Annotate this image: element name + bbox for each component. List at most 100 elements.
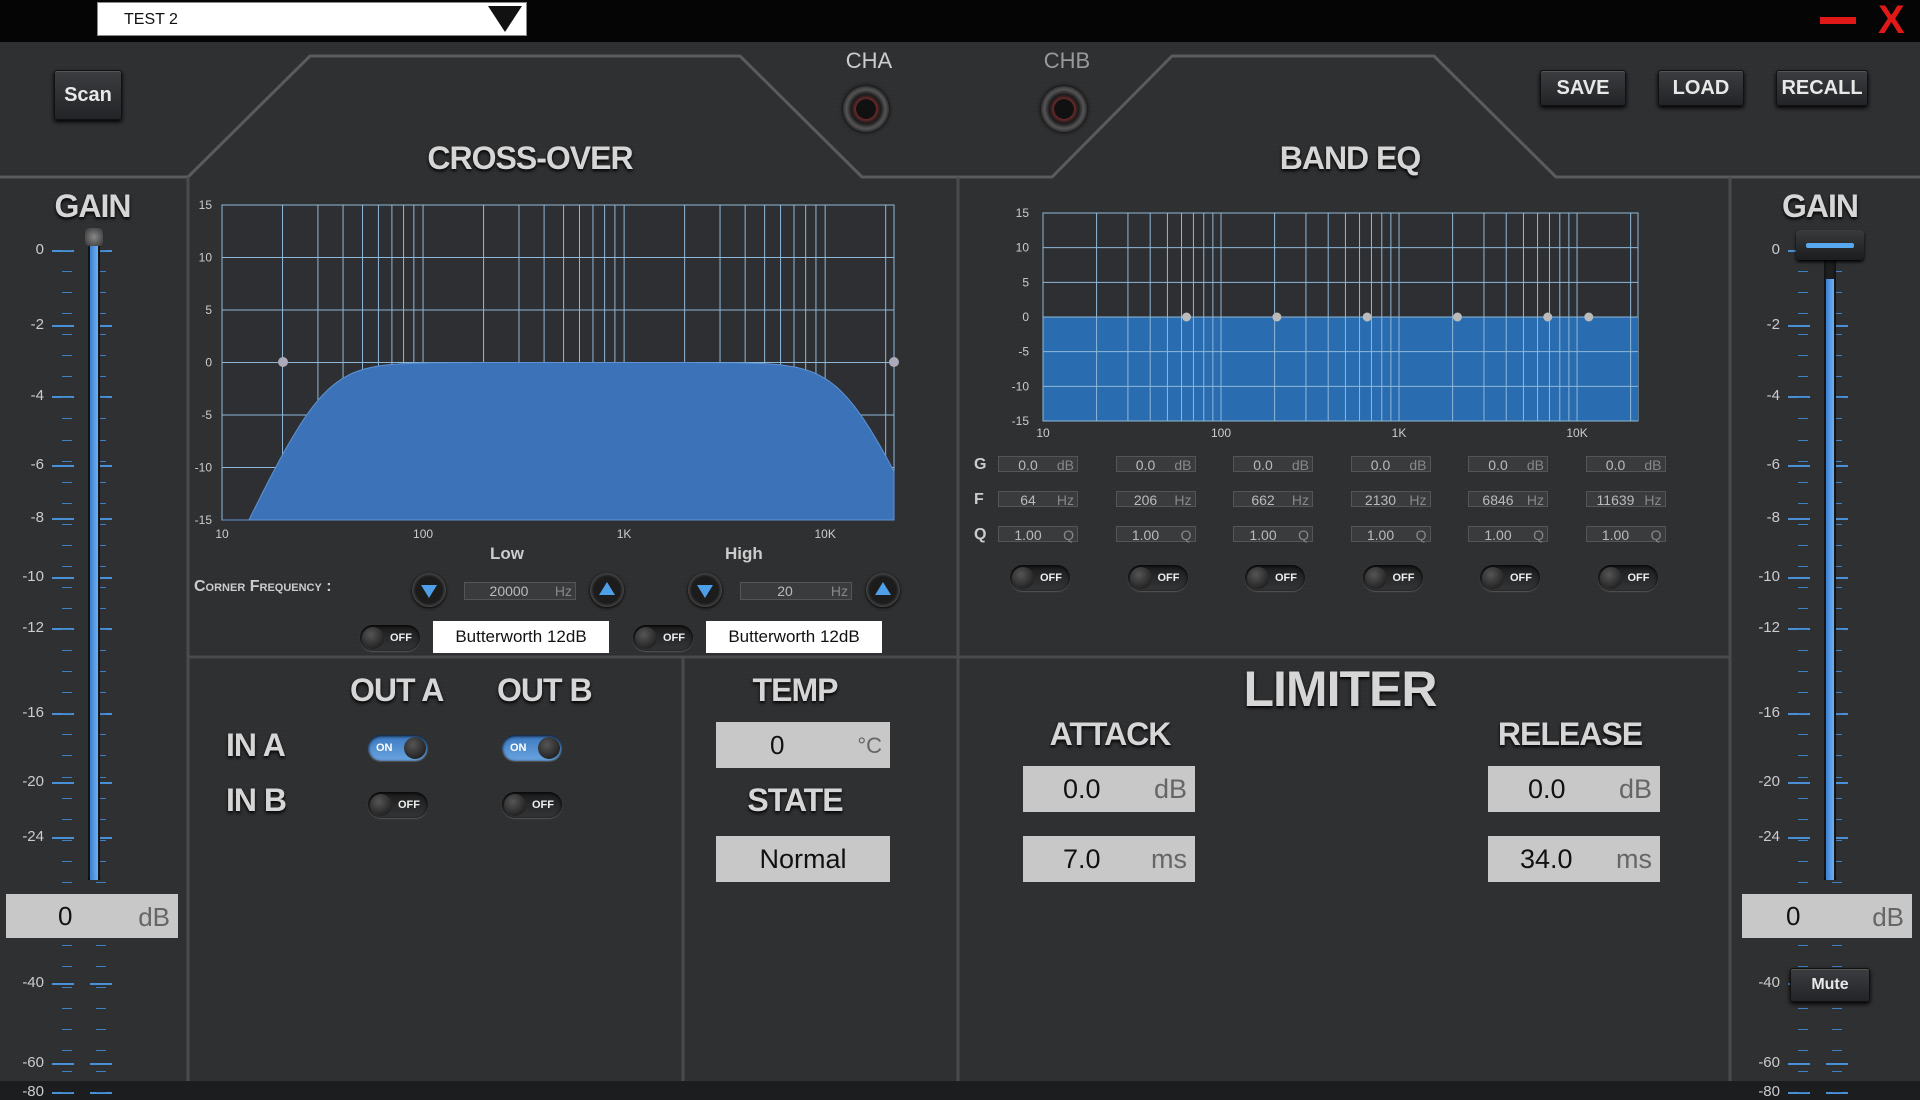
in-a-out-b-toggle[interactable]: ON <box>502 735 562 761</box>
in-b-out-a-toggle[interactable]: OFF <box>368 792 428 818</box>
gain-scale-label: -60 <box>22 1054 44 1072</box>
eq-y-tick: -10 <box>1012 379 1030 393</box>
eq-band-6-q-field[interactable]: 1.00 Q <box>1585 526 1666 543</box>
eq-band-handle-4 <box>1452 312 1462 322</box>
eq-band-4-toggle[interactable]: OFF <box>1362 565 1423 591</box>
in-b-out-b-state: OFF <box>532 799 554 811</box>
in-a-out-a-toggle[interactable]: ON <box>368 735 428 761</box>
eq-band-6-f-field[interactable]: 11639 Hz <box>1585 491 1666 508</box>
eq-band-3-q-field[interactable]: 1.00 Q <box>1233 526 1313 543</box>
eq-band-4-g-field[interactable]: 0.0 dB <box>1350 456 1431 473</box>
eq-band-6-toggle-label: OFF <box>1627 572 1650 584</box>
eq-band-5-f-field[interactable]: 6846 Hz <box>1468 491 1548 508</box>
gain-scale-label: -10 <box>1758 567 1780 585</box>
gain-scale-minor-tick <box>62 987 72 989</box>
gain-scale-minor-tick <box>62 797 72 799</box>
high-freq-up-button[interactable] <box>866 573 900 607</box>
low-filter-toggle[interactable]: OFF <box>360 625 420 651</box>
load-button[interactable]: LOAD <box>1658 70 1744 106</box>
eq-band-5-q-field[interactable]: 1.00 Q <box>1468 526 1548 543</box>
gain-scale-minor-tick <box>1798 1071 1808 1073</box>
gain-scale-minor-tick <box>1798 565 1808 567</box>
gain-scale-minor-tick <box>96 966 106 968</box>
gain-scale-minor-tick <box>1798 755 1808 757</box>
eq-band-1-q-field[interactable]: 1.00 Q <box>998 526 1078 543</box>
gain-scale-minor-tick <box>62 355 72 357</box>
eq-band-handle-6 <box>1584 312 1594 322</box>
low-freq-field[interactable]: 20000 Hz <box>464 582 576 600</box>
release-title: RELEASE <box>1497 716 1643 752</box>
eq-y-tick: -5 <box>1018 345 1029 359</box>
eq-band-4-q-field[interactable]: 1.00 Q <box>1350 526 1431 543</box>
eq-band-1-f-field[interactable]: 64 Hz <box>998 491 1078 508</box>
gain-left-track[interactable] <box>88 240 100 880</box>
eq-band-2-f-field[interactable]: 206 Hz <box>1115 491 1196 508</box>
dropdown-arrow-icon[interactable] <box>488 6 522 32</box>
attack-time-field[interactable]: 7.0 ms <box>1023 836 1195 882</box>
gain-left-field[interactable]: 0 dB <box>6 894 178 938</box>
eq-y-tick: -15 <box>1012 414 1030 428</box>
gain-scale-minor-tick <box>62 586 72 588</box>
gain-scale-minor-tick <box>1798 313 1808 315</box>
low-filter-type[interactable]: Butterworth 12dB <box>433 621 609 653</box>
eq-band-1-g-field[interactable]: 0.0 dB <box>998 456 1078 473</box>
gain-right-track[interactable] <box>1824 254 1836 880</box>
channel-b-selector[interactable] <box>1041 86 1087 132</box>
channel-a-selector[interactable] <box>843 86 889 132</box>
eq-band-5-g-field[interactable]: 0.0 dB <box>1468 456 1548 473</box>
gain-scale-label: -4 <box>1766 386 1780 404</box>
minimize-icon[interactable] <box>1820 17 1856 24</box>
attack-threshold-field[interactable]: 0.0 dB <box>1023 766 1195 812</box>
gain-scale-minor-tick <box>62 1008 72 1010</box>
low-freq-down-button[interactable] <box>412 573 446 607</box>
eq-band-3-f-field[interactable]: 662 Hz <box>1233 491 1313 508</box>
close-icon[interactable]: X <box>1878 0 1905 40</box>
eq-band-2-q-field[interactable]: 1.00 Q <box>1115 526 1196 543</box>
eq-band-4-f-field[interactable]: 2130 Hz <box>1350 491 1431 508</box>
eq-y-tick: 15 <box>1016 206 1030 220</box>
eq-y-tick: 0 <box>1022 310 1029 324</box>
eq-band-1-q-unit: Q <box>1063 527 1074 543</box>
high-freq-field[interactable]: 20 Hz <box>740 582 852 600</box>
gain-scale-minor-tick <box>96 1092 106 1094</box>
eq-band-2-toggle-label: OFF <box>1157 572 1180 584</box>
eq-band-3-g-field[interactable]: 0.0 dB <box>1233 456 1313 473</box>
in-b-out-b-toggle[interactable]: OFF <box>502 792 562 818</box>
gain-scale-tick <box>52 836 74 839</box>
eq-band-3-toggle[interactable]: OFF <box>1245 565 1305 591</box>
gain-scale-minor-tick <box>1798 839 1808 841</box>
attack-time-value: 7.0 <box>1063 844 1101 874</box>
crossover-graph[interactable]: 151050-5-10-1510 100 1K 10K <box>190 200 910 550</box>
eq-band-5-toggle[interactable]: OFF <box>1480 565 1540 591</box>
gain-scale-minor-tick <box>96 1029 106 1031</box>
recall-button[interactable]: RECALL <box>1776 70 1868 106</box>
high-filter-toggle[interactable]: OFF <box>633 625 693 651</box>
mute-button[interactable]: Mute <box>1790 968 1870 1002</box>
eq-band-2-g-field[interactable]: 0.0 dB <box>1115 456 1196 473</box>
low-freq-up-button[interactable] <box>590 573 624 607</box>
release-threshold-field[interactable]: 0.0 dB <box>1488 766 1660 812</box>
eq-y-tick: 5 <box>1022 275 1029 289</box>
gain-left-handle[interactable] <box>85 228 103 246</box>
gain-right-handle[interactable] <box>1796 230 1864 260</box>
gain-right-field[interactable]: 0 dB <box>1742 894 1912 938</box>
gain-scale-label: -12 <box>22 618 44 636</box>
eq-band-6-toggle[interactable]: OFF <box>1597 565 1658 591</box>
gain-scale-minor-tick <box>62 944 72 946</box>
high-filter-type[interactable]: Butterworth 12dB <box>706 621 882 653</box>
release-time-field[interactable]: 34.0 ms <box>1488 836 1660 882</box>
scan-button[interactable]: Scan <box>54 70 122 120</box>
high-freq-down-button[interactable] <box>688 573 722 607</box>
gain-scale-minor-tick <box>1798 1029 1808 1031</box>
gain-scale-minor-tick <box>1798 734 1808 736</box>
eq-band-2-toggle[interactable]: OFF <box>1127 565 1188 591</box>
gain-scale-label: -6 <box>30 456 44 474</box>
device-select[interactable]: TEST 2 <box>97 2 527 36</box>
eq-band-2-q-unit: Q <box>1180 527 1192 543</box>
band-eq-graph[interactable]: 15 10 5 0 -5 -10 -15 10 100 1K 10K <box>1000 205 1650 445</box>
eq-band-6-g-field[interactable]: 0.0 dB <box>1585 456 1666 473</box>
gain-scale-minor-tick <box>62 565 72 567</box>
eq-band-1-toggle[interactable]: OFF <box>1010 565 1070 591</box>
crossover-x-tick: 10 <box>215 527 229 541</box>
save-button[interactable]: SAVE <box>1540 70 1626 106</box>
